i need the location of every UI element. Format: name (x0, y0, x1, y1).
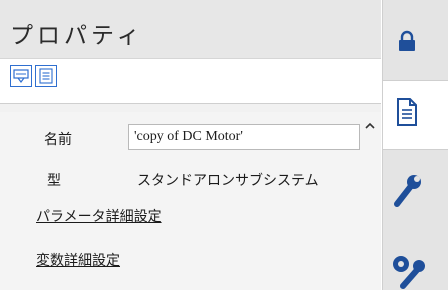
side-tab-bar (382, 0, 448, 290)
type-label: 型 (47, 173, 61, 189)
display-view-button[interactable] (10, 65, 32, 87)
list-view-icon (39, 68, 53, 84)
lock-icon (399, 30, 415, 51)
properties-panel: プロパティ 名前 型 スタンドアロンサブシステム パラメータ詳細設定 変数詳細設… (0, 0, 381, 290)
side-tab-lock[interactable] (383, 0, 448, 80)
wrench-icon (394, 175, 421, 207)
document-icon (397, 98, 417, 126)
scroll-up-chevron-icon[interactable] (362, 118, 378, 134)
settings-wrench-icon (393, 256, 425, 289)
panel-header: プロパティ (0, 0, 381, 59)
parameter-settings-link[interactable]: パラメータ詳細設定 (36, 206, 162, 226)
panel-toolbar (0, 59, 381, 104)
type-value: スタンドアロンサブシステム (137, 173, 319, 189)
side-tab-settings-wrench[interactable] (383, 230, 448, 290)
properties-content: 名前 型 スタンドアロンサブシステム パラメータ詳細設定 変数詳細設定 (0, 112, 381, 290)
name-label: 名前 (44, 132, 72, 148)
list-view-button[interactable] (35, 65, 57, 87)
side-tab-document[interactable] (383, 80, 448, 150)
variable-settings-link[interactable]: 変数詳細設定 (36, 250, 120, 270)
side-tab-wrench[interactable] (383, 150, 448, 230)
panel-title: プロパティ (10, 23, 144, 49)
name-field[interactable] (128, 124, 360, 150)
display-view-icon (13, 69, 29, 83)
